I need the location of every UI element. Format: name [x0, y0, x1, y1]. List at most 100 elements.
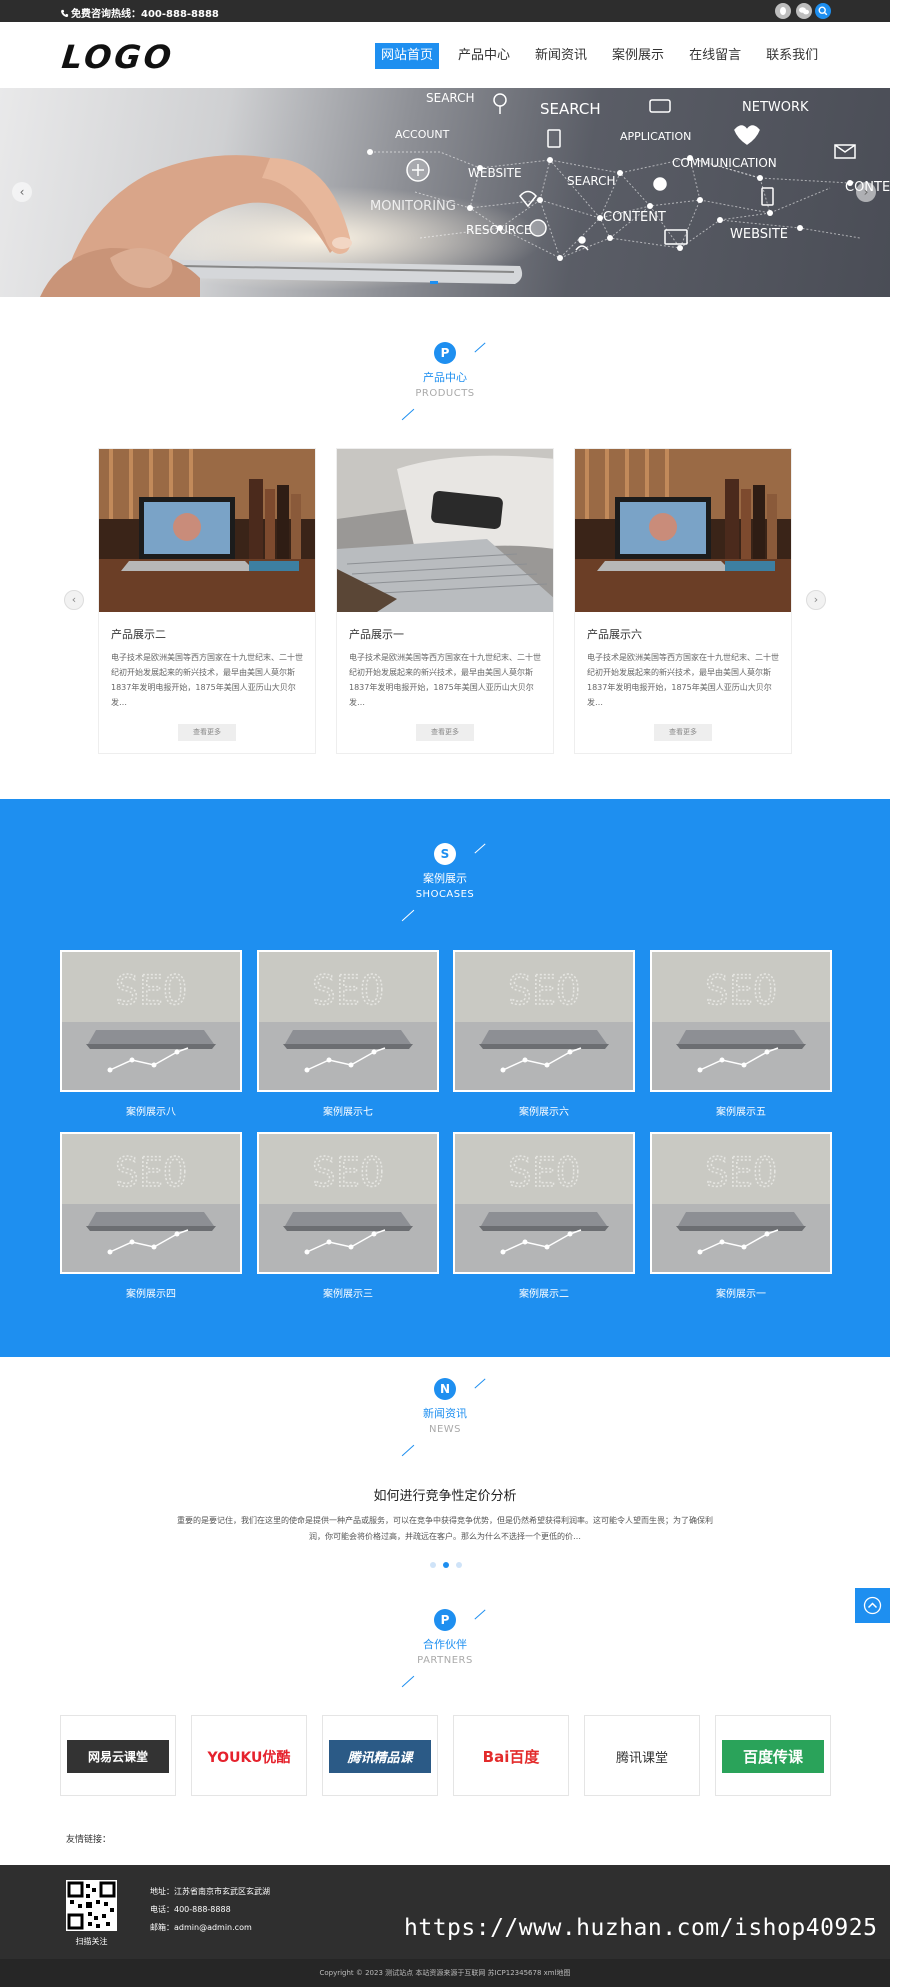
case-thumbnail[interactable]: SEO — [257, 950, 439, 1092]
case-item[interactable]: SEO 案例展示六 — [453, 950, 635, 1118]
case-image-text: SEO — [312, 1150, 384, 1196]
svg-text:SEARCH: SEARCH — [540, 100, 601, 118]
svg-text:WEBSITE: WEBSITE — [730, 227, 788, 242]
case-image-text: SEO — [705, 1150, 777, 1196]
decor-slash — [474, 1609, 486, 1620]
svg-text:MONITORING: MONITORING — [370, 199, 456, 214]
decor-slash — [474, 342, 486, 353]
partners-badge: P — [434, 1609, 456, 1631]
partner-logo-tencent-classroom[interactable]: 腾讯课堂 — [584, 1715, 700, 1796]
top-bar: 免费咨询热线：400-888-8888 — [0, 0, 890, 22]
case-title[interactable]: 案例展示一 — [650, 1285, 832, 1300]
case-item[interactable]: SEO 案例展示八 — [60, 950, 242, 1118]
case-image-text: SEO — [115, 968, 187, 1014]
header: LOGO 网站首页 产品中心 新闻资讯 案例展示 在线留言 联系我们 — [0, 22, 890, 88]
case-thumbnail[interactable]: SEO — [650, 950, 832, 1092]
case-image-text: SEO — [115, 1150, 187, 1196]
product-card[interactable]: 产品展示六 电子技术是欧洲美国等西方国家在十九世纪末、二十世纪初开始发展起来的新… — [574, 448, 792, 754]
case-title[interactable]: 案例展示三 — [257, 1285, 439, 1300]
case-title[interactable]: 案例展示七 — [257, 1103, 439, 1118]
pagination-dot-active[interactable] — [443, 1562, 449, 1568]
case-thumbnail[interactable]: SEO — [60, 1132, 242, 1274]
case-title[interactable]: 案例展示八 — [60, 1103, 242, 1118]
decor-slash — [474, 1378, 486, 1389]
case-item[interactable]: SEO 案例展示七 — [257, 950, 439, 1118]
product-name[interactable]: 产品展示二 — [111, 626, 315, 642]
view-more-button[interactable]: 查看更多 — [178, 724, 236, 741]
case-image-text: SEO — [705, 968, 777, 1014]
nav-contact[interactable]: 联系我们 — [760, 43, 824, 69]
case-title[interactable]: 案例展示四 — [60, 1285, 242, 1300]
case-title[interactable]: 案例展示二 — [453, 1285, 635, 1300]
products-prev-button[interactable]: ‹ — [64, 590, 84, 610]
search-icon[interactable] — [815, 3, 831, 19]
partner-logo-netease[interactable]: 网易云课堂 — [60, 1715, 176, 1796]
nav-cases[interactable]: 案例展示 — [606, 43, 670, 69]
pagination-dot[interactable] — [430, 1562, 436, 1568]
case-item[interactable]: SEO 案例展示四 — [60, 1132, 242, 1300]
partner-logo-tencent-jingpin[interactable]: 腾讯精品课 — [322, 1715, 438, 1796]
chevron-up-icon — [863, 1596, 882, 1615]
case-thumbnail[interactable]: SEO — [453, 950, 635, 1092]
logo[interactable]: LOGO — [60, 38, 176, 76]
news-headline[interactable]: 如何进行竞争性定价分析 — [0, 1485, 890, 1504]
product-name[interactable]: 产品展示六 — [587, 626, 791, 642]
case-image-text: SEO — [508, 1150, 580, 1196]
cases-badge: S — [434, 843, 456, 865]
nav-products[interactable]: 产品中心 — [452, 43, 516, 69]
case-thumbnail[interactable]: SEO — [453, 1132, 635, 1274]
product-image-laptop-phone[interactable] — [337, 449, 553, 612]
case-item[interactable]: SEO 案例展示二 — [453, 1132, 635, 1300]
news-title: 新闻资讯 — [423, 1407, 467, 1420]
nav-home[interactable]: 网站首页 — [375, 43, 440, 69]
qr-code — [66, 1880, 117, 1931]
nav-message[interactable]: 在线留言 — [683, 43, 747, 69]
partner-logo: 腾讯课堂 — [615, 1751, 668, 1766]
hero-banner: SEARCH ACCOUNT SEARCH APPLICATION NETWOR… — [0, 88, 890, 297]
back-to-top-button[interactable] — [855, 1588, 890, 1623]
banner-next-button[interactable]: › — [856, 182, 876, 202]
decor-slash — [401, 1444, 415, 1457]
view-more-button[interactable]: 查看更多 — [416, 724, 474, 741]
products-next-button[interactable]: › — [806, 590, 826, 610]
case-item[interactable]: SEO 案例展示一 — [650, 1132, 832, 1300]
footer-address: 地址：江苏省南京市玄武区玄武湖 — [150, 1887, 270, 1896]
nav-news[interactable]: 新闻资讯 — [529, 43, 593, 69]
pagination-dot[interactable] — [456, 1562, 462, 1568]
banner-prev-button[interactable]: ‹ — [12, 182, 32, 202]
svg-text:CONTENT: CONTENT — [603, 210, 666, 225]
wechat-icon[interactable] — [796, 3, 812, 19]
news-summary: 重要的是要记住，我们在这里的使命是提供一种产品或服务，可以在竞争中获得竞争优势，… — [177, 1516, 713, 1541]
product-image-desk[interactable] — [575, 449, 791, 612]
partner-logo-baidu-chuanke[interactable]: 百度传课 — [715, 1715, 831, 1796]
case-item[interactable]: SEO 案例展示三 — [257, 1132, 439, 1300]
case-item[interactable]: SEO 案例展示五 — [650, 950, 832, 1118]
footer-email[interactable]: 邮箱：admin@admin.com — [150, 1922, 252, 1933]
view-more-button[interactable]: 查看更多 — [654, 724, 712, 741]
case-title[interactable]: 案例展示六 — [453, 1103, 635, 1118]
case-image-text: SEO — [312, 968, 384, 1014]
qq-icon[interactable] — [775, 3, 791, 19]
case-thumbnail[interactable]: SEO — [257, 1132, 439, 1274]
partner-logo: 腾讯精品课 — [329, 1740, 431, 1773]
hotline-text: 免费咨询热线：400-888-8888 — [71, 9, 219, 20]
product-image-desk[interactable] — [99, 449, 315, 612]
partner-logo-youku[interactable]: YOUKU优酷 — [191, 1715, 307, 1796]
product-name[interactable]: 产品展示一 — [349, 626, 553, 642]
footer: 扫描关注 地址：江苏省南京市玄武区玄武湖 电话：400-888-8888 邮箱：… — [0, 1865, 890, 1987]
case-thumbnail[interactable]: SEO — [650, 1132, 832, 1274]
phone-icon — [61, 9, 69, 18]
partner-logo: 百度传课 — [722, 1740, 824, 1773]
svg-text:COMMUNICATION: COMMUNICATION — [672, 156, 777, 170]
cases-heading: S 案例展示 SHOCASES — [400, 843, 490, 922]
product-card[interactable]: 产品展示一 电子技术是欧洲美国等西方国家在十九世纪末、二十世纪初开始发展起来的新… — [336, 448, 554, 754]
partner-logo-baidu[interactable]: Bai百度 — [453, 1715, 569, 1796]
products-heading: P 产品中心 PRODUCTS — [400, 342, 490, 421]
product-card[interactable]: 产品展示二 电子技术是欧洲美国等西方国家在十九世纪末、二十世纪初开始发展起来的新… — [98, 448, 316, 754]
case-title[interactable]: 案例展示五 — [650, 1103, 832, 1118]
partner-logo: YOUKU优酷 — [207, 1749, 291, 1766]
partner-logo: 网易云课堂 — [67, 1740, 169, 1773]
main-nav: 网站首页 产品中心 新闻资讯 案例展示 在线留言 联系我们 — [375, 43, 837, 69]
partners-subtitle: PARTNERS — [417, 1655, 473, 1666]
case-thumbnail[interactable]: SEO — [60, 950, 242, 1092]
